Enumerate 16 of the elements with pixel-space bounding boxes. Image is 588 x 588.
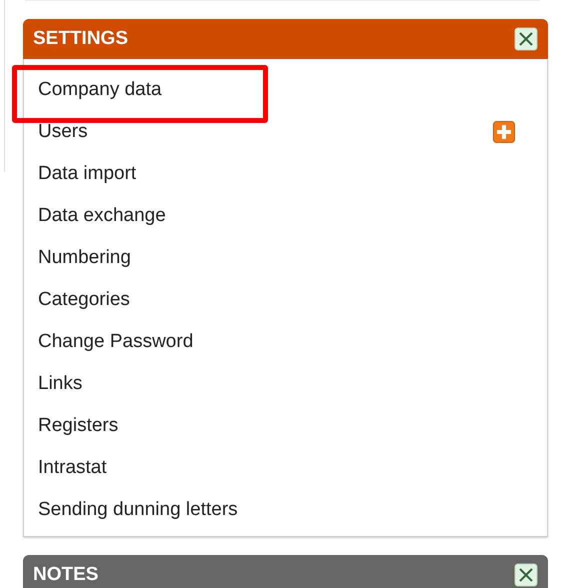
menu-link[interactable]: Categories [38,289,130,311]
panel-title: SETTINGS [33,28,128,50]
close-icon[interactable] [514,563,538,587]
menu-link[interactable]: Numbering [38,247,131,269]
add-icon[interactable] [493,121,515,143]
menu-link[interactable]: Users [38,121,88,143]
menu-link[interactable]: Sending dunning letters [38,499,238,521]
menu-link[interactable]: Intrastat [38,457,107,479]
menu-link[interactable]: Data exchange [38,205,166,227]
menu-link[interactable]: Change Password [38,331,194,353]
menu-link[interactable]: Registers [38,415,118,437]
panel-title: NOTES [33,564,98,586]
menu-link[interactable]: Data import [38,163,136,185]
menu-link[interactable]: Company data [38,79,162,101]
close-icon[interactable] [514,27,538,51]
menu-link[interactable]: Links [38,373,82,395]
